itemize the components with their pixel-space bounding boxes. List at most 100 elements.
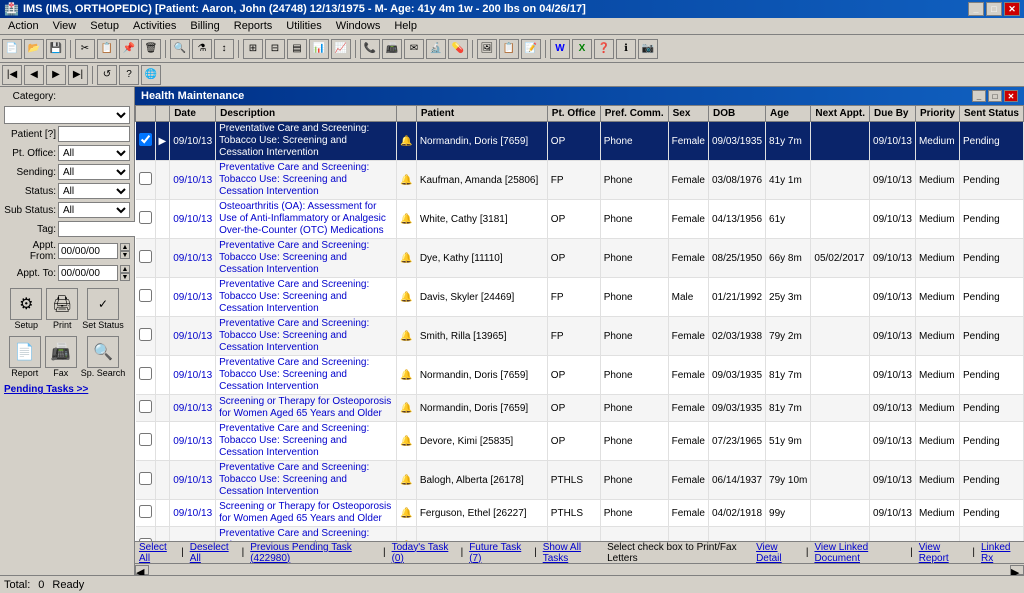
close-button[interactable]: ✕ [1004,2,1020,16]
tb-lab[interactable]: 🔬 [426,39,446,59]
tb-cam[interactable]: 📷 [638,39,658,59]
prev-pending-link[interactable]: Previous Pending Task (422980) [250,542,377,564]
row-checkbox[interactable] [139,250,152,263]
view-linked-doc-link[interactable]: View Linked Document [814,542,904,564]
row-icon[interactable]: 🔔 [397,200,416,239]
hm-window-controls[interactable]: _ □ ✕ [972,90,1018,102]
scroll-right-btn[interactable]: ▶ [1010,565,1024,575]
col-pt-office[interactable]: Pt. Office [547,106,600,122]
col-patient[interactable]: Patient [416,106,547,122]
row-checkbox[interactable] [139,172,152,185]
tb-rx[interactable]: 💊 [448,39,468,59]
tb-cut[interactable]: ✂ [75,39,95,59]
future-task-link[interactable]: Future Task (7) [469,542,528,564]
table-row[interactable]: 09/10/13Preventative Care and Screening:… [136,161,1024,200]
print-button[interactable]: 🖨 Print [46,288,78,330]
col-sent-status[interactable]: Sent Status [959,106,1023,122]
table-row[interactable]: 09/10/13Preventative Care and Screening:… [136,527,1024,542]
select-all-link[interactable]: Select All [139,542,175,564]
tb-b3[interactable]: ▤ [287,39,307,59]
menu-utilities[interactable]: Utilities [280,19,327,33]
nav-globe[interactable]: 🌐 [141,65,161,85]
table-row[interactable]: 09/10/13Preventative Care and Screening:… [136,422,1024,461]
tb-img[interactable]: 🖼 [477,39,497,59]
row-icon[interactable]: 🔔 [397,239,416,278]
row-icon[interactable]: 🔔 [397,422,416,461]
tb-excel[interactable]: X [572,39,592,59]
row-checkbox[interactable] [139,472,152,485]
nav-last[interactable]: ▶| [68,65,88,85]
tb-info[interactable]: ℹ [616,39,636,59]
col-desc[interactable]: Description [216,106,397,122]
col-due-by[interactable]: Due By [870,106,916,122]
col-next-appt[interactable]: Next Appt. [811,106,870,122]
tb-b5[interactable]: 📈 [331,39,351,59]
appt-from-up[interactable]: ▲ [120,243,130,251]
tag-input[interactable] [58,221,138,237]
col-priority[interactable]: Priority [915,106,959,122]
row-icon[interactable]: 🔔 [397,500,416,527]
sending-select[interactable]: All [58,164,130,180]
menu-activities[interactable]: Activities [127,19,182,33]
menu-windows[interactable]: Windows [330,19,387,33]
table-row[interactable]: 09/10/13Preventative Care and Screening:… [136,461,1024,500]
row-checkbox[interactable] [139,328,152,341]
menu-reports[interactable]: Reports [228,19,279,33]
fax-button[interactable]: 📠 Fax [45,336,77,378]
tb-new[interactable]: 📄 [2,39,22,59]
menu-billing[interactable]: Billing [184,19,225,33]
tb-help[interactable]: ❓ [594,39,614,59]
appt-to-up[interactable]: ▲ [120,265,130,273]
tb-chart[interactable]: 📋 [499,39,519,59]
show-all-link[interactable]: Show All Tasks [543,542,601,564]
nav-prev[interactable]: ◀ [24,65,44,85]
window-controls[interactable]: _ □ ✕ [968,2,1020,16]
row-checkbox[interactable] [139,133,152,146]
menu-action[interactable]: Action [2,19,45,33]
todays-task-link[interactable]: Today's Task (0) [392,542,455,564]
tb-save[interactable]: 💾 [46,39,66,59]
tb-delete[interactable]: 🗑 [141,39,161,59]
menu-view[interactable]: View [47,19,83,33]
col-dob[interactable]: DOB [708,106,765,122]
table-row[interactable]: ▶09/10/13Preventative Care and Screening… [136,122,1024,161]
tb-sort[interactable]: ↕ [214,39,234,59]
category-select[interactable] [4,106,130,124]
report-button[interactable]: 📄 Report [9,336,41,378]
appt-from-input[interactable] [58,243,118,259]
view-report-link[interactable]: View Report [919,542,967,564]
set-status-button[interactable]: ✓ Set Status [82,288,124,330]
appt-from-spin[interactable]: ▲ ▼ [120,243,130,259]
tb-b1[interactable]: ⊞ [243,39,263,59]
row-icon[interactable]: 🔔 [397,278,416,317]
appt-to-down[interactable]: ▼ [120,273,130,281]
tb-b2[interactable]: ⊟ [265,39,285,59]
hm-maximize[interactable]: □ [988,90,1002,102]
appt-from-down[interactable]: ▼ [120,251,130,259]
menu-setup[interactable]: Setup [84,19,125,33]
nav-question[interactable]: ? [119,65,139,85]
view-detail-link[interactable]: View Detail [756,542,800,564]
deselect-all-link[interactable]: Deselect All [190,542,236,564]
minimize-button[interactable]: _ [968,2,984,16]
maximize-button[interactable]: □ [986,2,1002,16]
linked-rx-link[interactable]: Linked Rx [981,542,1020,564]
hm-minimize[interactable]: _ [972,90,986,102]
tb-doc[interactable]: 📝 [521,39,541,59]
row-checkbox[interactable] [139,367,152,380]
hm-close[interactable]: ✕ [1004,90,1018,102]
row-checkbox[interactable] [139,433,152,446]
row-icon[interactable]: 🔔 [397,527,416,542]
horizontal-scrollbar[interactable]: ◀ ▶ [135,563,1024,575]
nav-first[interactable]: |◀ [2,65,22,85]
pt-office-select[interactable]: All [58,145,130,161]
table-row[interactable]: 09/10/13Preventative Care and Screening:… [136,278,1024,317]
tb-find[interactable]: 🔍 [170,39,190,59]
nav-next[interactable]: ▶ [46,65,66,85]
menu-help[interactable]: Help [388,19,423,33]
col-age[interactable]: Age [766,106,811,122]
col-date[interactable]: Date [170,106,216,122]
nav-refresh[interactable]: ↺ [97,65,117,85]
scroll-left-btn[interactable]: ◀ [135,565,149,575]
row-checkbox[interactable] [139,211,152,224]
